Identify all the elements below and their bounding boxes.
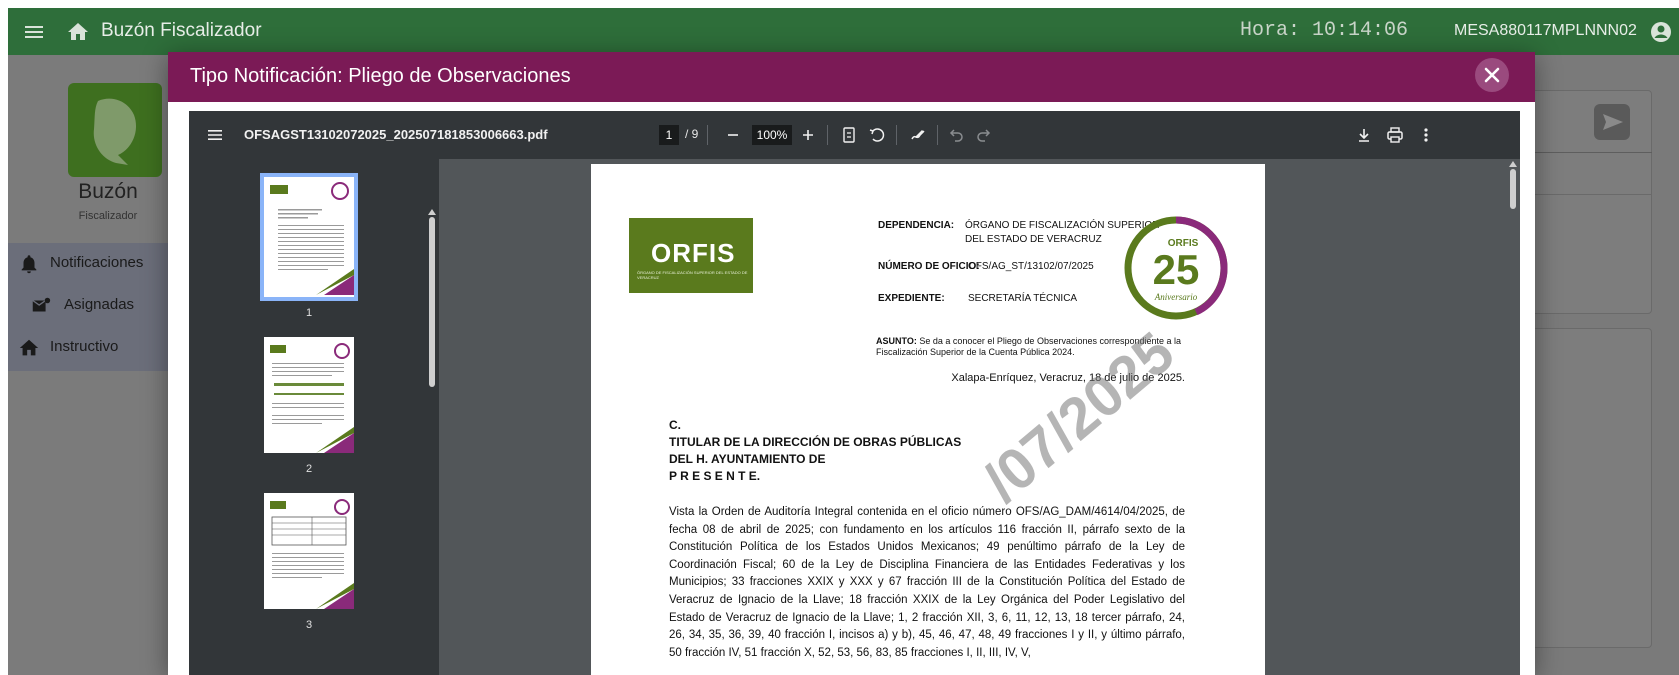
zoom-in-icon[interactable] xyxy=(798,125,818,145)
pdf-page: ORFIS ÓRGANO DE FISCALIZACIÓN SUPERIOR D… xyxy=(591,164,1265,675)
toolbar-divider xyxy=(937,125,938,145)
pdf-filename: OFSAGST13102072025_20250718185300666​3.p… xyxy=(244,127,548,142)
menu-icon[interactable] xyxy=(22,20,46,44)
sidebar: Buzón Fiscalizador Notificaciones Asigna… xyxy=(8,55,168,675)
sidebar-item-label: Asignadas xyxy=(64,296,135,313)
send-button[interactable] xyxy=(1594,104,1630,140)
user-rfc: MESA880117MPLNNN02 xyxy=(1454,22,1637,39)
orfis-logo-text: ORFIS xyxy=(651,238,736,268)
addressee-line-4: P R E S E N T E. xyxy=(669,469,761,483)
seal-logo-text: ORFIS xyxy=(1168,238,1199,249)
veracruz-logo xyxy=(68,83,162,177)
thumbnail-page[interactable] xyxy=(264,493,354,609)
top-app-bar: Buzón Fiscalizador Hora: 10:14:06 MESA88… xyxy=(8,8,1679,55)
download-icon[interactable] xyxy=(1354,125,1374,145)
scroll-up-arrow-icon[interactable] xyxy=(1509,161,1517,167)
toolbar-divider xyxy=(896,125,897,145)
addressee-line-1: C. xyxy=(669,418,681,432)
page-count: / 9 xyxy=(685,127,699,141)
pdf-viewer: OFSAGST13102072025_20250718185300666​3.p… xyxy=(189,111,1520,675)
clock-display: Hora: 10:14:06 xyxy=(1240,19,1409,42)
page-scrollbar[interactable] xyxy=(1510,169,1516,209)
toolbar-divider xyxy=(707,125,708,145)
orfis-logo: ORFIS ÓRGANO DE FISCALIZACIÓN SUPERIOR D… xyxy=(629,218,753,293)
close-icon xyxy=(1484,67,1500,83)
sidebar-item-label: Instructivo xyxy=(50,338,119,355)
addressee-line-3: DEL H. AYUNTAMIENTO DE xyxy=(669,452,826,466)
dependencia-value-2: DEL ESTADO DE VERACRUZ xyxy=(965,234,1102,245)
sidebar-item-label: Notificaciones xyxy=(50,254,144,271)
thumbnail-scrollbar[interactable] xyxy=(429,217,435,387)
anniversary-seal: 25 Aniversario ORFIS xyxy=(1121,216,1231,321)
home-icon[interactable] xyxy=(66,20,90,44)
orfis-logo-subtext: ÓRGANO DE FISCALIZACIÓN SUPERIOR DEL EST… xyxy=(637,270,748,280)
zoom-input[interactable]: 100% xyxy=(752,125,792,145)
thumbnail-label: 1 xyxy=(305,307,313,319)
oficio-label: NÚMERO DE OFICIO: xyxy=(878,261,980,272)
home-icon xyxy=(19,339,39,356)
scroll-up-arrow-icon[interactable] xyxy=(428,209,436,215)
close-button[interactable] xyxy=(1475,58,1509,92)
annotate-icon[interactable] xyxy=(908,125,928,145)
app-title: Buzón Fiscalizador xyxy=(101,20,262,41)
bell-icon xyxy=(21,255,37,274)
addressee-line-2: TITULAR DE LA DIRECCIÓN DE OBRAS PÚBLICA… xyxy=(669,435,962,449)
modal-title: Tipo Notificación: Pliego de Observacion… xyxy=(190,65,571,87)
expediente-label: EXPEDIENTE: xyxy=(878,293,945,304)
thumbnail-label: 2 xyxy=(305,463,313,475)
oficio-value: OFS/AG_ST/13102/07/2025 xyxy=(968,261,1094,272)
expediente-value: SECRETARÍA TÉCNICA xyxy=(968,293,1078,304)
notification-modal: Tipo Notificación: Pliego de Observacion… xyxy=(168,52,1535,675)
asunto-label: ASUNTO: xyxy=(876,336,917,346)
redo-icon[interactable] xyxy=(974,125,994,145)
pdf-toolbar: OFSAGST13102072025_20250718185300666​3.p… xyxy=(189,111,1520,159)
thumbnail-page[interactable] xyxy=(260,173,358,301)
app-frame: Buzón Fiscalizador Hora: 10:14:06 MESA88… xyxy=(8,8,1679,675)
sidebar-item-notificaciones[interactable]: Notificaciones xyxy=(8,243,168,285)
rotate-icon[interactable] xyxy=(867,125,887,145)
fit-page-icon[interactable] xyxy=(839,125,859,145)
more-options-icon[interactable] xyxy=(1416,125,1436,145)
thumbnail-page[interactable] xyxy=(264,337,354,453)
sidebar-item-instructivo[interactable]: Instructivo xyxy=(8,327,168,369)
zoom-out-icon[interactable] xyxy=(723,125,743,145)
print-icon[interactable] xyxy=(1385,125,1405,145)
thumbnail-label: 3 xyxy=(305,619,313,631)
modal-header: Tipo Notificación: Pliego de Observacion… xyxy=(168,52,1535,102)
document-body: Vista la Orden de Auditoría Integral con… xyxy=(669,506,1185,659)
dependencia-label: DEPENDENCIA: xyxy=(878,220,955,231)
page-number-input[interactable]: 1 xyxy=(659,125,679,145)
account-circle-icon[interactable] xyxy=(1649,20,1673,44)
sidebar-nav: Notificaciones Asignadas Instructivo xyxy=(8,243,168,371)
undo-icon[interactable] xyxy=(946,125,966,145)
mail-assigned-icon xyxy=(32,297,51,312)
send-icon xyxy=(1603,114,1623,130)
thumbnail-panel: 1 2 3 xyxy=(189,159,439,675)
toolbar-divider xyxy=(827,125,828,145)
seal-word: Aniversario xyxy=(1154,292,1198,302)
menu-icon[interactable] xyxy=(205,125,225,145)
sidebar-item-asignadas[interactable]: Asignadas xyxy=(8,285,168,327)
seal-number: 25 xyxy=(1153,246,1200,293)
